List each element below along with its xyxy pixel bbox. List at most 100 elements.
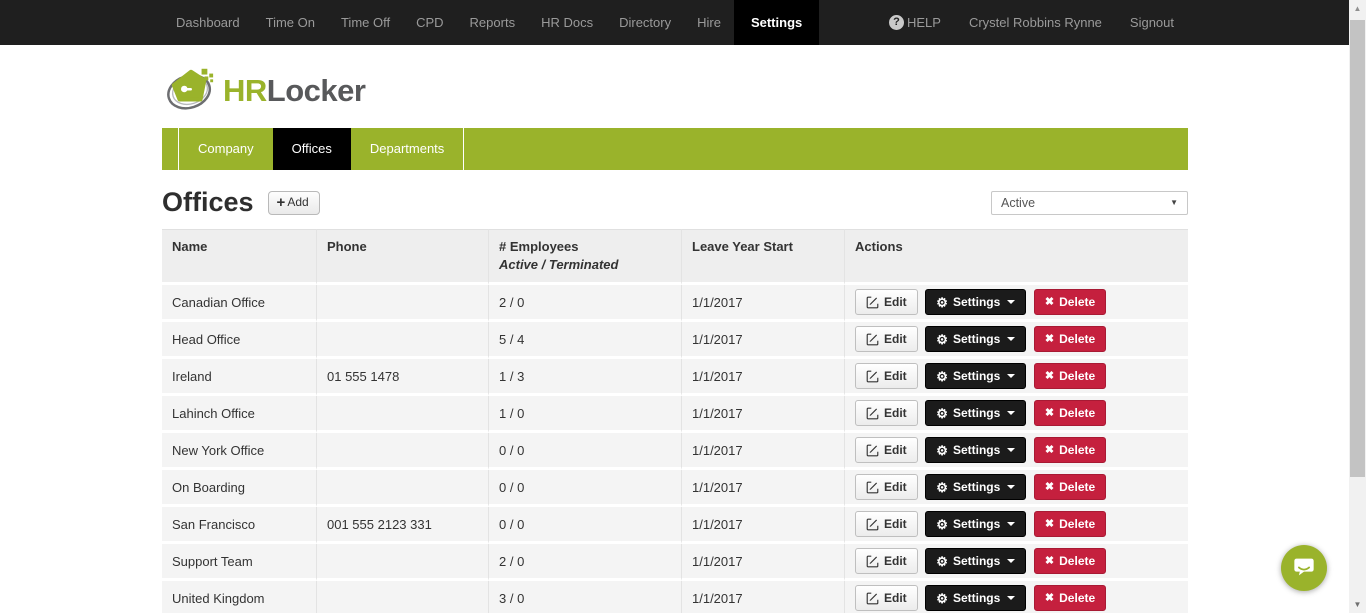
caret-down-icon xyxy=(1007,485,1015,489)
settings-button[interactable]: ⚙ Settings xyxy=(925,363,1026,389)
delete-button[interactable]: ✖ Delete xyxy=(1034,326,1106,352)
delete-button[interactable]: ✖ Delete xyxy=(1034,363,1106,389)
delete-button-label: Delete xyxy=(1059,443,1095,457)
delete-button-label: Delete xyxy=(1059,332,1095,346)
edit-icon xyxy=(866,518,879,531)
hrlocker-logo-icon xyxy=(166,64,216,117)
table-row: Lahinch Office 1 / 0 1/1/2017 Edit ⚙ Set… xyxy=(162,396,1188,433)
user-name-link[interactable]: Crystel Robbins Rynne xyxy=(955,0,1116,45)
delete-button[interactable]: ✖ Delete xyxy=(1034,548,1106,574)
edit-icon xyxy=(866,555,879,568)
tab-departments[interactable]: Departments xyxy=(351,128,463,170)
edit-button[interactable]: Edit xyxy=(855,400,918,426)
settings-button-label: Settings xyxy=(953,406,1000,420)
gear-icon: ⚙ xyxy=(936,407,948,420)
logo: HRLocker xyxy=(166,61,1366,119)
plus-icon: + xyxy=(277,195,286,210)
delete-button[interactable]: ✖ Delete xyxy=(1034,474,1106,500)
gear-icon: ⚙ xyxy=(936,296,948,309)
delete-button[interactable]: ✖ Delete xyxy=(1034,437,1106,463)
scrollbar-thumb[interactable] xyxy=(1350,20,1365,477)
edit-icon xyxy=(866,333,879,346)
settings-button[interactable]: ⚙ Settings xyxy=(925,437,1026,463)
edit-button-label: Edit xyxy=(884,480,907,494)
settings-button[interactable]: ⚙ Settings xyxy=(925,400,1026,426)
column-header-employees-sub: Active / Terminated xyxy=(499,256,671,274)
signout-link[interactable]: Signout xyxy=(1116,0,1188,45)
nav-item-time-off[interactable]: Time Off xyxy=(328,0,403,45)
x-icon: ✖ xyxy=(1045,445,1054,456)
edit-button[interactable]: Edit xyxy=(855,437,918,463)
settings-button[interactable]: ⚙ Settings xyxy=(925,548,1026,574)
top-nav-items: DashboardTime OnTime OffCPDReportsHR Doc… xyxy=(163,0,819,45)
help-link[interactable]: ? HELP xyxy=(875,0,955,45)
delete-button-label: Delete xyxy=(1059,591,1095,605)
delete-button[interactable]: ✖ Delete xyxy=(1034,511,1106,537)
nav-item-directory[interactable]: Directory xyxy=(606,0,684,45)
settings-button[interactable]: ⚙ Settings xyxy=(925,289,1026,315)
tab-offices[interactable]: Offices xyxy=(273,128,351,170)
tab-bar-spacer xyxy=(162,128,179,170)
edit-button-label: Edit xyxy=(884,443,907,457)
delete-button-label: Delete xyxy=(1059,295,1095,309)
delete-button[interactable]: ✖ Delete xyxy=(1034,289,1106,315)
nav-item-dashboard[interactable]: Dashboard xyxy=(163,0,253,45)
x-icon: ✖ xyxy=(1045,482,1054,493)
settings-button[interactable]: ⚙ Settings xyxy=(925,474,1026,500)
edit-button-label: Edit xyxy=(884,295,907,309)
edit-button[interactable]: Edit xyxy=(855,474,918,500)
settings-button[interactable]: ⚙ Settings xyxy=(925,511,1026,537)
edit-button-label: Edit xyxy=(884,517,907,531)
column-header-phone: Phone xyxy=(317,229,489,285)
tab-items: CompanyOfficesDepartments xyxy=(179,128,463,170)
delete-button[interactable]: ✖ Delete xyxy=(1034,585,1106,611)
edit-button[interactable]: Edit xyxy=(855,289,918,315)
top-nav-user-area: ? HELP Crystel Robbins Rynne Signout xyxy=(875,0,1188,45)
edit-icon xyxy=(866,296,879,309)
gear-icon: ⚙ xyxy=(936,592,948,605)
edit-button[interactable]: Edit xyxy=(855,585,918,611)
chat-bubble-icon xyxy=(1291,554,1317,583)
delete-button[interactable]: ✖ Delete xyxy=(1034,400,1106,426)
status-filter-value: Active xyxy=(1001,196,1035,210)
x-icon: ✖ xyxy=(1045,519,1054,530)
settings-button[interactable]: ⚙ Settings xyxy=(925,326,1026,352)
table-row: On Boarding 0 / 0 1/1/2017 Edit ⚙ Settin… xyxy=(162,470,1188,507)
offices-table: Name Phone # Employees Active / Terminat… xyxy=(162,229,1188,613)
gear-icon: ⚙ xyxy=(936,518,948,531)
scroll-down-icon[interactable]: ▼ xyxy=(1349,596,1366,613)
caret-down-icon xyxy=(1007,522,1015,526)
nav-item-time-on[interactable]: Time On xyxy=(253,0,328,45)
edit-button[interactable]: Edit xyxy=(855,511,918,537)
caret-down-icon xyxy=(1007,374,1015,378)
scroll-up-icon[interactable]: ▲ xyxy=(1349,0,1366,17)
table-row: Support Team 2 / 0 1/1/2017 Edit ⚙ Setti… xyxy=(162,544,1188,581)
nav-item-hire[interactable]: Hire xyxy=(684,0,734,45)
add-office-button[interactable]: + Add xyxy=(268,191,320,215)
table-body: Canadian Office 2 / 0 1/1/2017 Edit ⚙ Se… xyxy=(162,285,1188,613)
caret-down-icon xyxy=(1007,300,1015,304)
settings-button[interactable]: ⚙ Settings xyxy=(925,585,1026,611)
nav-item-reports[interactable]: Reports xyxy=(457,0,529,45)
edit-button[interactable]: Edit xyxy=(855,548,918,574)
help-question-icon: ? xyxy=(889,15,904,30)
delete-button-label: Delete xyxy=(1059,517,1095,531)
edit-button[interactable]: Edit xyxy=(855,363,918,389)
settings-button-label: Settings xyxy=(953,332,1000,346)
page-title: Offices xyxy=(162,189,254,216)
settings-button-label: Settings xyxy=(953,369,1000,383)
edit-icon xyxy=(866,592,879,605)
nav-item-hr-docs[interactable]: HR Docs xyxy=(528,0,606,45)
tab-company[interactable]: Company xyxy=(179,128,273,170)
settings-button-label: Settings xyxy=(953,554,1000,568)
caret-down-icon xyxy=(1007,448,1015,452)
chat-launcher-button[interactable] xyxy=(1281,545,1327,591)
vertical-scrollbar: ▲ ▼ xyxy=(1349,0,1366,613)
logo-text-hr: HR xyxy=(223,73,267,108)
status-filter-dropdown[interactable]: Active ▼ xyxy=(991,191,1188,215)
settings-button-label: Settings xyxy=(953,517,1000,531)
nav-item-settings[interactable]: Settings xyxy=(734,0,819,45)
edit-button[interactable]: Edit xyxy=(855,326,918,352)
nav-item-cpd[interactable]: CPD xyxy=(403,0,456,45)
x-icon: ✖ xyxy=(1045,297,1054,308)
